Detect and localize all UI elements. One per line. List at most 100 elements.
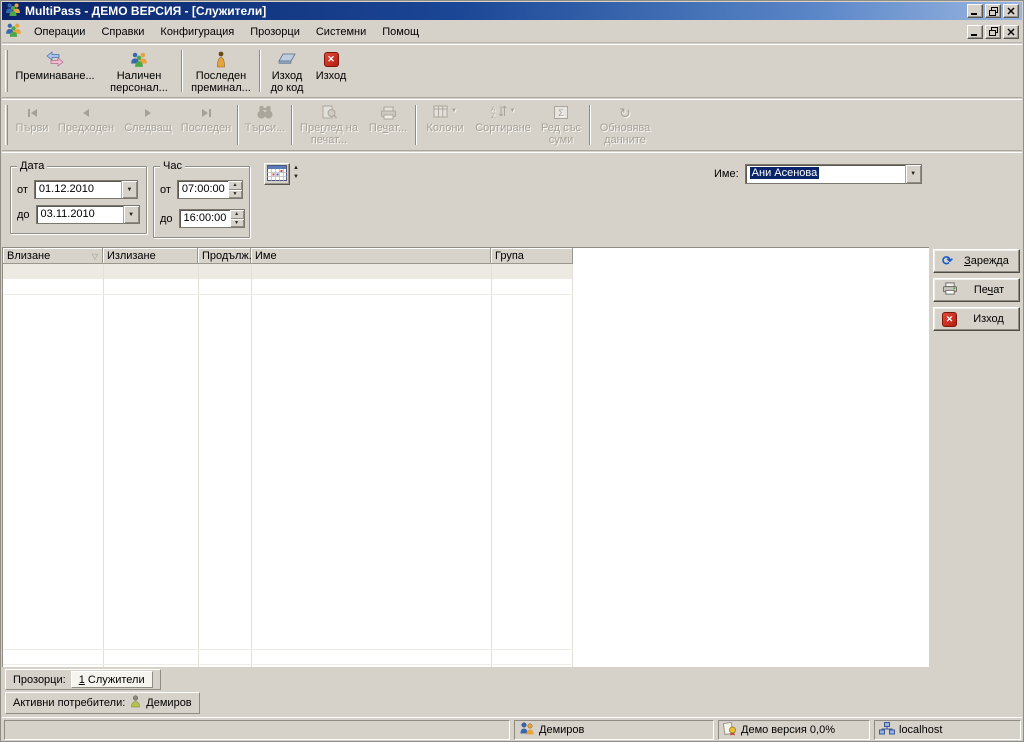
column-header-group[interactable]: Група	[491, 248, 573, 264]
print-button-side[interactable]: Печат	[933, 278, 1020, 302]
calendar-icon	[267, 165, 287, 184]
child-window-icon[interactable]	[5, 22, 22, 41]
window-title: MultiPass - ДЕМО ВЕРСИЯ - [Служители]	[25, 4, 967, 18]
toolbar-separator	[589, 105, 591, 145]
spin-up-icon[interactable]: ▲	[293, 165, 299, 171]
active-users-label: Активни потребители:	[13, 697, 125, 709]
date-from-label: от	[17, 184, 28, 196]
status-host-text: localhost	[899, 724, 942, 736]
column-header-entry[interactable]: Влизане ▽	[3, 248, 103, 264]
child-restore-button[interactable]	[985, 25, 1001, 39]
exit-to-code-button[interactable]: Изход до код	[263, 47, 311, 95]
column-header-duration[interactable]: Продълж.	[198, 248, 251, 264]
menu-operations[interactable]: Операции	[26, 24, 93, 40]
close-button[interactable]	[1003, 4, 1019, 18]
toolbar-gripper[interactable]	[5, 105, 8, 145]
prev-icon	[83, 105, 89, 120]
records-grid: Влизане ▽ Излизане Продълж. Име Група	[2, 247, 929, 667]
combo-arrow-icon[interactable]: ▼	[121, 181, 137, 198]
time-from-spinner[interactable]: 07:00:00 ▲▼	[177, 180, 243, 199]
toolbar-gripper[interactable]	[5, 50, 8, 92]
calendar-button[interactable]	[264, 163, 290, 185]
combo-arrow-icon[interactable]: ▼	[905, 165, 921, 183]
refresh-data-button: ↻ Обновява данните	[593, 102, 657, 148]
spin-down-icon[interactable]: ▼	[228, 190, 242, 199]
name-combobox[interactable]: Ани Асенова ▼	[745, 164, 922, 184]
first-record-button: Първи	[11, 102, 53, 148]
menu-system[interactable]: Системни	[308, 24, 374, 40]
sort-az-icon: AZ	[491, 105, 507, 121]
restore-button[interactable]	[985, 4, 1001, 18]
sort-button: AZ ▼ Сортиране	[471, 102, 535, 148]
exit-button-side[interactable]: ✕ Изход	[933, 307, 1020, 331]
time-to-label: до	[160, 213, 173, 225]
toolbar-separator	[415, 105, 417, 145]
exit-red-x-icon: ✕	[324, 52, 339, 67]
load-button[interactable]: ⟳ Зарежда	[933, 249, 1020, 273]
sigma-icon: Σ	[554, 106, 568, 119]
menu-help[interactable]: Помощ	[374, 24, 427, 40]
user-icon	[130, 695, 141, 711]
windows-bar-label: Прозорци:	[13, 674, 66, 686]
last-record-button: Последен	[177, 102, 235, 148]
users-icon	[519, 722, 535, 738]
transfer-button[interactable]: Преминаване...	[11, 47, 99, 95]
minimize-button[interactable]	[967, 4, 983, 18]
toolbar-separator	[237, 105, 239, 145]
combo-arrow-icon[interactable]: ▼	[123, 206, 139, 223]
time-group-legend: Час	[160, 160, 185, 172]
date-group: Дата от 01.12.2010 ▼ до 03.11.2010 ▼	[10, 166, 147, 234]
license-icon	[723, 722, 737, 739]
exit-red-x-icon: ✕	[942, 312, 957, 327]
spin-down-icon[interactable]: ▼	[293, 174, 299, 180]
print-button: Печат...	[363, 102, 413, 148]
window-tab-employees[interactable]: 1 Служители	[71, 671, 153, 688]
mini-spinner[interactable]: ▲ ▼	[293, 165, 299, 180]
next-icon	[145, 105, 151, 120]
title-bar: MultiPass - ДЕМО ВЕРСИЯ - [Служители]	[2, 2, 1022, 20]
printer-icon	[380, 105, 397, 120]
exit-button[interactable]: ✕ Изход	[311, 47, 351, 95]
menu-windows[interactable]: Прозорци	[242, 24, 308, 40]
card-icon	[278, 50, 296, 68]
app-logo-icon	[5, 2, 21, 20]
date-to-combobox[interactable]: 03.11.2010 ▼	[36, 205, 140, 224]
selected-name: Ани Асенова	[750, 167, 820, 179]
grid-line	[3, 294, 573, 295]
spin-up-icon[interactable]: ▲	[230, 210, 244, 219]
grid-line	[491, 264, 492, 667]
svg-text:Z: Z	[491, 113, 495, 118]
time-group: Час от 07:00:00 ▲▼ до 16:00:00 ▲▼	[153, 166, 250, 238]
menu-configuration[interactable]: Конфигурация	[152, 24, 242, 40]
nav-toolbar: Първи Предходен Следващ Последен Търси..…	[2, 99, 1022, 151]
grid-line	[3, 649, 573, 650]
columns-grid-icon	[433, 105, 448, 121]
child-close-button[interactable]	[1003, 25, 1019, 39]
main-toolbar: Преминаване... Наличен персонал... После…	[2, 44, 1022, 98]
column-header-exit[interactable]: Излизане	[103, 248, 198, 264]
prev-record-button: Предходен	[53, 102, 119, 148]
date-from-combobox[interactable]: 01.12.2010 ▼	[34, 180, 138, 199]
toolbar-separator	[291, 105, 293, 145]
status-host-panel: localhost	[874, 720, 1021, 740]
print-preview-icon	[321, 105, 337, 120]
spin-up-icon[interactable]: ▲	[228, 181, 242, 190]
available-staff-button[interactable]: Наличен персонал...	[99, 47, 179, 95]
printer-color-icon	[942, 282, 958, 298]
menu-reports[interactable]: Справки	[93, 24, 152, 40]
spin-down-icon[interactable]: ▼	[230, 219, 244, 228]
grid-line	[3, 664, 573, 665]
columns-button: ▼ Колони	[419, 102, 471, 148]
active-user-name[interactable]: Демиров	[146, 697, 191, 709]
network-icon	[879, 722, 895, 738]
time-to-spinner[interactable]: 16:00:00 ▲▼	[179, 209, 245, 228]
grid-line	[251, 264, 252, 667]
search-button: Търси...	[241, 102, 289, 148]
column-header-name[interactable]: Име	[251, 248, 491, 264]
print-preview-button: Преглед на печат...	[295, 102, 363, 148]
last-passed-button[interactable]: Последен преминал...	[185, 47, 257, 95]
sort-indicator-icon: ▽	[92, 252, 98, 261]
child-minimize-button[interactable]	[967, 25, 983, 39]
refresh-icon: ↻	[619, 106, 631, 120]
status-version-panel: Демо версия 0,0%	[718, 720, 870, 740]
